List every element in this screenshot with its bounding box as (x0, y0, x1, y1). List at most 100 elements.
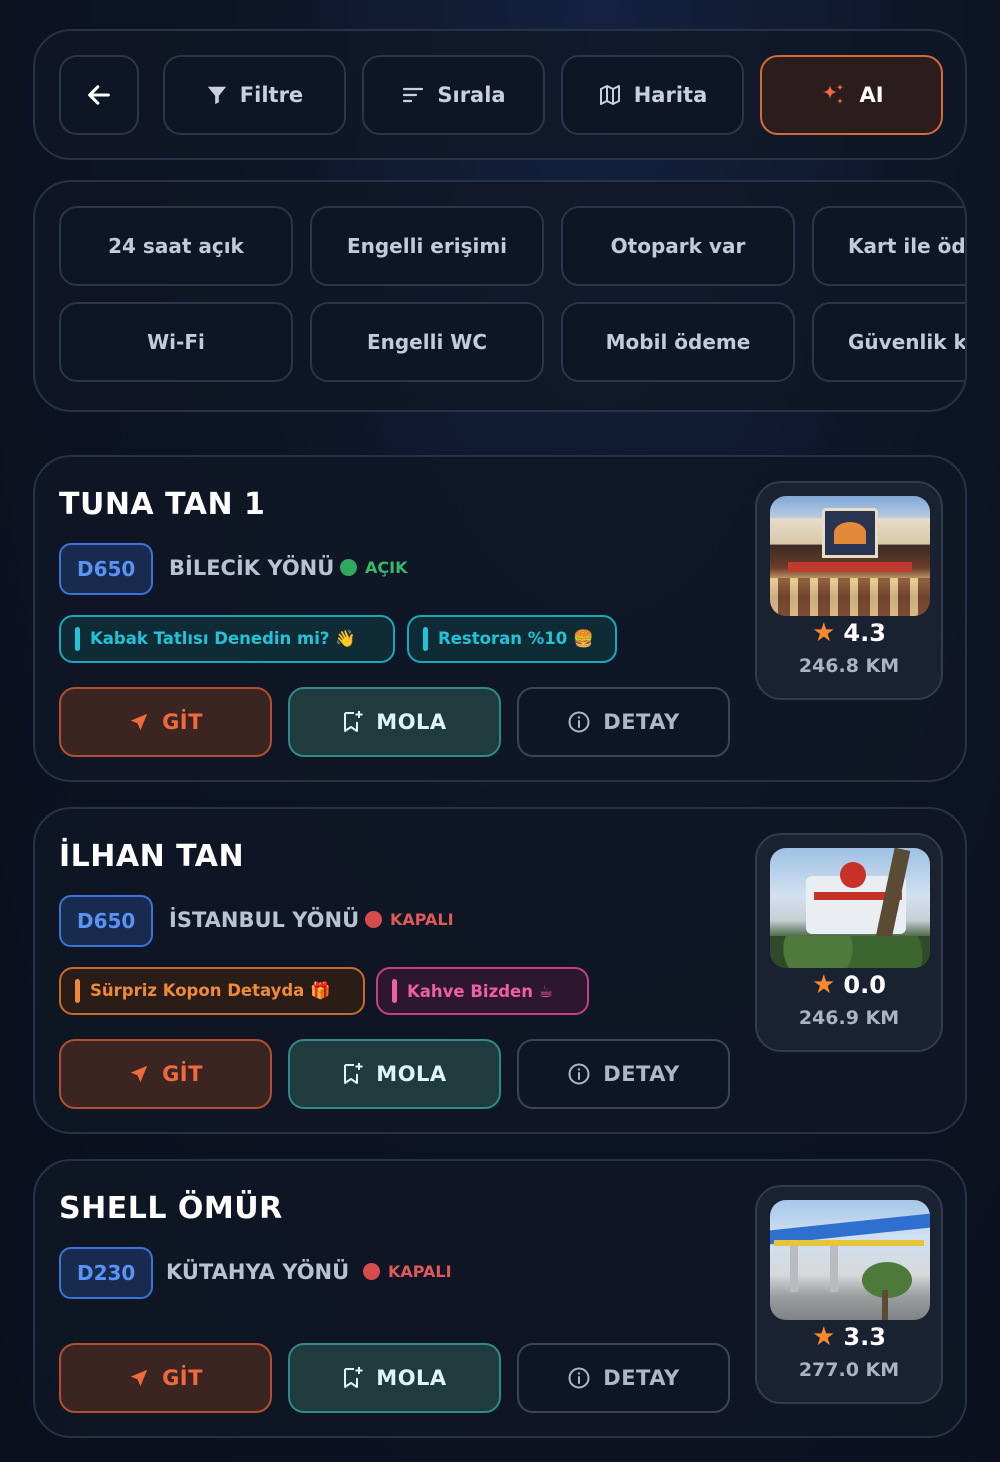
info-icon (568, 1367, 590, 1389)
distance-label: 246.9 KM (798, 1007, 900, 1029)
star-icon: ★ (812, 618, 836, 648)
chip-mobile-payment[interactable]: Mobil ödeme (561, 302, 795, 382)
chip-label: Engelli WC (366, 330, 488, 354)
direction-label: İSTANBUL YÖNÜ (169, 908, 360, 932)
chip-label: Güvenlik ka (848, 330, 967, 354)
bookmark-add-icon (344, 1367, 363, 1388)
status-dot-icon (363, 1263, 380, 1280)
sparkles-icon (823, 84, 844, 104)
station-photo (770, 1200, 930, 1320)
map-button[interactable]: Harita (561, 55, 744, 135)
station-summary[interactable]: ★ 3.3 277.0 KM (755, 1185, 943, 1404)
sort-label: Sırala (437, 83, 506, 107)
chip-accessibility[interactable]: Engelli erişimi (310, 206, 544, 286)
arrow-left-icon (88, 85, 110, 105)
chip-24h[interactable]: 24 saat açık (59, 206, 293, 286)
detail-button[interactable]: DETAY (517, 1039, 730, 1109)
feature-filter-panel: 24 saat açık Engelli erişimi Otopark var… (33, 180, 967, 412)
star-icon: ★ (812, 1322, 836, 1352)
tag-bar (75, 979, 80, 1003)
tag-label: Kabak Tatlısı Denedin mi? 👋 (90, 629, 356, 648)
status-dot-icon (340, 559, 357, 576)
station-summary[interactable]: ★ 4.3 246.8 KM (755, 481, 943, 700)
navigation-arrow-icon (130, 1369, 148, 1387)
mola-label: MOLA (376, 710, 447, 734)
detail-button[interactable]: DETAY (517, 1343, 730, 1413)
tag-bar (75, 627, 80, 651)
go-button[interactable]: GİT (59, 1039, 272, 1109)
road-badge: D650 (59, 895, 154, 947)
distance-label: 277.0 KM (798, 1359, 900, 1381)
direction-label: KÜTAHYA YÖNÜ (166, 1260, 350, 1284)
mola-button[interactable]: MOLA (288, 1039, 501, 1109)
detail-label: DETAY (603, 710, 680, 734)
sort-button[interactable]: Sırala (362, 55, 545, 135)
station-photo (770, 848, 930, 968)
chip-label: Wi-Fi (147, 330, 205, 354)
station-title: SHELL ÖMÜR (59, 1191, 283, 1226)
chip-accessible-wc[interactable]: Engelli WC (310, 302, 544, 382)
station-title: İLHAN TAN (59, 839, 245, 874)
status-badge: KAPALI (365, 910, 454, 929)
chip-label: Kart ile öde (848, 234, 967, 258)
tag-label: Kahve Bizden ☕ (407, 981, 554, 1001)
ai-button[interactable]: AI (760, 55, 943, 135)
chip-wifi[interactable]: Wi-Fi (59, 302, 293, 382)
mola-label: MOLA (376, 1062, 447, 1086)
back-button[interactable] (59, 55, 139, 135)
mola-button[interactable]: MOLA (288, 1343, 501, 1413)
status-label: AÇIK (365, 558, 408, 577)
filter-label: Filtre (239, 83, 304, 107)
toolbar: Filtre Sırala Harita AI (33, 29, 967, 160)
status-dot-icon (365, 911, 382, 928)
sort-icon (403, 87, 424, 103)
chip-label: Engelli erişimi (346, 234, 508, 258)
chip-card-payment[interactable]: Kart ile öde (812, 206, 967, 286)
filter-icon (207, 86, 226, 105)
status-badge: KAPALI (363, 1262, 452, 1281)
station-title: TUNA TAN 1 (59, 487, 266, 522)
station-card[interactable]: İLHAN TAN D650 İSTANBUL YÖNÜ KAPALI Sürp… (33, 807, 967, 1134)
rating: ★ 3.3 (757, 1323, 941, 1351)
navigation-arrow-icon (130, 713, 148, 731)
status-badge: AÇIK (340, 558, 407, 577)
filter-button[interactable]: Filtre (163, 55, 346, 135)
go-label: GİT (162, 710, 203, 734)
detail-label: DETAY (603, 1366, 680, 1390)
station-summary[interactable]: ★ 0.0 246.9 KM (755, 833, 943, 1052)
tag-label: Restoran %10 🍔 (438, 629, 594, 648)
go-button[interactable]: GİT (59, 1343, 272, 1413)
road-badge: D230 (59, 1247, 154, 1299)
mola-button[interactable]: MOLA (288, 687, 501, 757)
station-card[interactable]: TUNA TAN 1 D650 BİLECİK YÖNÜ AÇIK Kabak … (33, 455, 967, 782)
promo-tag[interactable]: Kabak Tatlısı Denedin mi? 👋 (59, 615, 395, 663)
station-card[interactable]: SHELL ÖMÜR D230 KÜTAHYA YÖNÜ KAPALI GİT … (33, 1159, 967, 1438)
chip-label: Otopark var (610, 234, 746, 258)
promo-tag[interactable]: Restoran %10 🍔 (407, 615, 617, 663)
bookmark-add-icon (344, 1063, 363, 1084)
detail-label: DETAY (603, 1062, 680, 1086)
chip-security[interactable]: Güvenlik ka (812, 302, 967, 382)
chip-parking[interactable]: Otopark var (561, 206, 795, 286)
info-icon (568, 1063, 590, 1085)
mola-label: MOLA (376, 1366, 447, 1390)
go-label: GİT (162, 1366, 203, 1390)
promo-tag[interactable]: Kahve Bizden ☕ (376, 967, 589, 1015)
promo-tag[interactable]: Sürpriz Kopon Detayda 🎁 (59, 967, 365, 1015)
status-label: KAPALI (390, 910, 454, 929)
chip-label: 24 saat açık (108, 234, 244, 258)
star-icon: ★ (812, 970, 836, 1000)
rating-value: 4.3 (843, 619, 886, 647)
distance-label: 246.8 KM (798, 655, 900, 677)
navigation-arrow-icon (130, 1065, 148, 1083)
station-photo (770, 496, 930, 616)
tag-bar (423, 627, 428, 651)
map-icon (599, 85, 620, 105)
info-icon (568, 711, 590, 733)
detail-button[interactable]: DETAY (517, 687, 730, 757)
bookmark-add-icon (344, 711, 363, 732)
rating: ★ 4.3 (757, 619, 941, 647)
go-button[interactable]: GİT (59, 687, 272, 757)
tag-bar (392, 979, 397, 1003)
tag-label: Sürpriz Kopon Detayda 🎁 (90, 981, 331, 1000)
